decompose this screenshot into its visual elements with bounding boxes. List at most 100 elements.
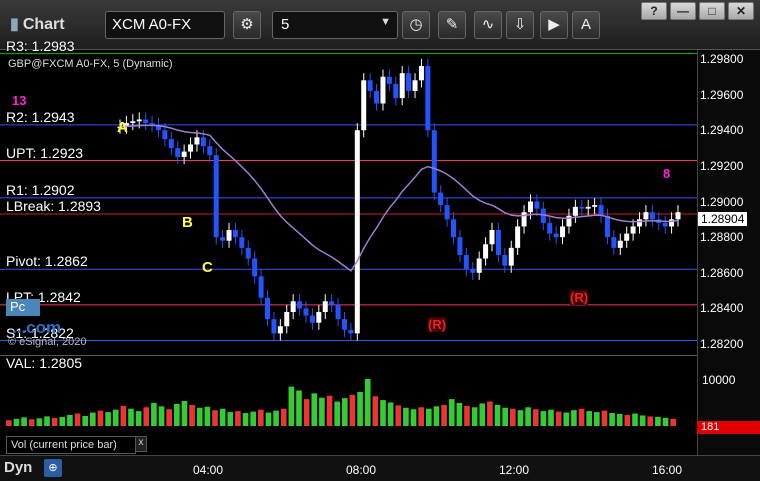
volume-bar xyxy=(212,410,218,426)
level-label-r3: R3: 1.2983 xyxy=(6,37,75,54)
candle-body xyxy=(553,233,559,238)
volume-bar xyxy=(280,408,287,426)
volume-bar xyxy=(21,417,27,426)
volume-close-button[interactable]: x xyxy=(135,436,147,452)
volume-bar xyxy=(532,409,539,426)
volume-bar xyxy=(403,407,409,426)
settings-gear-icon[interactable]: ⚙ xyxy=(233,11,261,39)
volume-bar xyxy=(97,410,104,426)
price-axis[interactable] xyxy=(697,50,760,455)
volume-bar xyxy=(204,406,211,426)
candle-body xyxy=(380,76,386,104)
volume-chart[interactable] xyxy=(0,358,697,432)
volume-bar xyxy=(235,411,241,426)
candle-body xyxy=(194,137,200,145)
candle-body xyxy=(258,276,264,298)
candle-body xyxy=(406,73,412,91)
candle-body xyxy=(630,226,636,234)
level-label-r1: R1: 1.2902 xyxy=(6,181,75,198)
dynamic-label[interactable]: Dyn xyxy=(4,459,32,476)
volume-bar xyxy=(189,404,195,426)
candle-body xyxy=(515,226,521,248)
candle-body xyxy=(162,130,168,140)
minimize-button[interactable]: — xyxy=(670,2,696,20)
maximize-button[interactable]: □ xyxy=(699,2,725,20)
candle-body xyxy=(451,219,457,238)
price-tick: 1.28200 xyxy=(700,337,744,352)
reversal-marker-2: (R) xyxy=(570,290,589,305)
chart-toolbar: ▮ Chart XCM A0-FX ⚙ 5 ▼ ◷ ✎ ∿ ⇩ ▶ A ? — □ … xyxy=(0,0,760,50)
volume-study-label[interactable]: Vol (current price bar) xyxy=(6,436,136,454)
lock-icon[interactable]: ⊕ xyxy=(44,459,62,477)
volume-bar xyxy=(418,407,424,426)
candle-body xyxy=(309,315,315,323)
candle-body xyxy=(649,212,655,220)
candle-body xyxy=(463,254,469,270)
volume-bar xyxy=(387,402,394,426)
candle-body xyxy=(303,308,309,316)
time-tick: 16:00 xyxy=(652,463,683,477)
candle-body xyxy=(265,297,271,320)
volume-bar xyxy=(135,411,142,426)
candle-body xyxy=(604,215,610,238)
volume-bar xyxy=(28,419,35,426)
candle-body xyxy=(643,212,649,220)
candle-body xyxy=(527,201,533,213)
volume-bar xyxy=(670,418,676,426)
volume-bar xyxy=(395,405,402,426)
volume-bar xyxy=(303,399,310,426)
candle-body xyxy=(560,226,566,238)
wave-label-c: C xyxy=(202,259,213,276)
volume-bar xyxy=(181,401,188,426)
candle-body xyxy=(547,222,553,234)
candle-body xyxy=(367,80,373,91)
price-tick: 1.28600 xyxy=(700,265,744,280)
candle-body xyxy=(329,301,335,305)
volume-bar xyxy=(120,405,127,426)
help-button[interactable]: ? xyxy=(641,2,667,20)
play-icon[interactable]: ▶ xyxy=(540,11,568,39)
volume-bar xyxy=(364,378,371,426)
volume-bar xyxy=(13,418,20,426)
candle-body xyxy=(348,329,354,334)
price-chart[interactable] xyxy=(0,50,697,353)
clock-icon[interactable]: ◷ xyxy=(402,11,430,39)
volume-bar xyxy=(250,411,256,426)
candle-body xyxy=(438,192,444,206)
level-label-pivot: Pivot: 1.2862 xyxy=(6,253,88,270)
pc-badge: Pc xyxy=(6,299,40,316)
symbol-input[interactable]: XCM A0-FX xyxy=(105,11,225,39)
study-wave-icon[interactable]: ∿ xyxy=(474,11,502,39)
candle-body xyxy=(425,66,431,131)
candle-body xyxy=(143,119,149,124)
volume-bar xyxy=(166,409,172,426)
time-axis[interactable] xyxy=(0,455,760,481)
pencil-draw-icon[interactable]: ✎ xyxy=(438,11,466,39)
price-tick: 1.29800 xyxy=(700,51,744,66)
volume-bar xyxy=(586,411,592,426)
volume-bar xyxy=(265,412,272,426)
window-title: ▮ Chart xyxy=(10,14,65,34)
price-tick: 1.29400 xyxy=(700,123,744,138)
wave-label-b: B xyxy=(182,214,193,231)
candle-body xyxy=(572,206,578,216)
volume-bar xyxy=(288,386,295,426)
candle-body xyxy=(213,155,219,238)
volume-bar xyxy=(74,413,81,426)
close-button[interactable]: ✕ xyxy=(728,2,754,20)
volume-bar xyxy=(349,394,356,426)
alert-a-icon[interactable]: A xyxy=(572,11,600,39)
volume-bar xyxy=(273,410,279,426)
candle-body xyxy=(188,144,194,152)
volume-bar xyxy=(105,412,111,426)
interval-select[interactable]: 5 ▼ xyxy=(272,11,398,39)
candle-body xyxy=(322,301,328,313)
candle-body xyxy=(483,244,489,259)
candle-body xyxy=(624,233,630,241)
candle-body xyxy=(175,148,181,157)
candle-body xyxy=(502,254,508,266)
time-tick: 04:00 xyxy=(193,463,224,477)
volume-bar xyxy=(494,404,501,426)
candle-body xyxy=(149,123,155,125)
get-data-icon[interactable]: ⇩ xyxy=(506,11,534,39)
